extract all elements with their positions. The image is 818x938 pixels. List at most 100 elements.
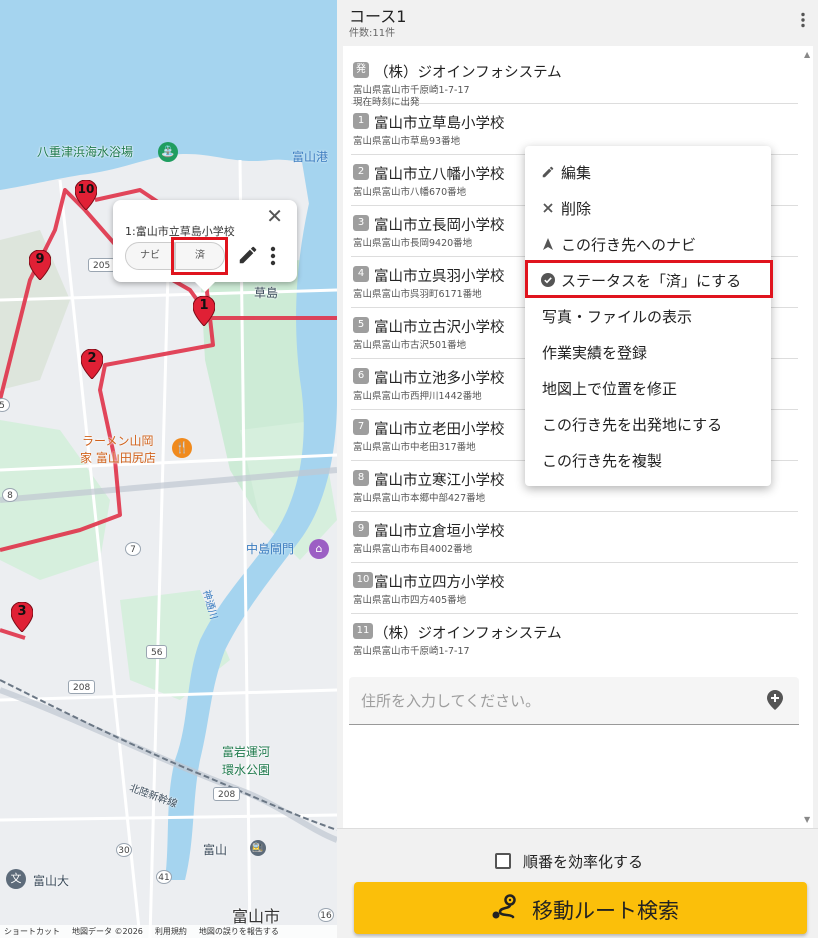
road-shield: 41 — [156, 870, 172, 884]
destination-address: 富山県富山市千原崎1-7-17 — [353, 646, 470, 657]
destination-badge: 6 — [353, 368, 369, 384]
highlight-box — [525, 260, 773, 298]
course-count: 件数:11件 — [349, 28, 396, 39]
destination-badge: 2 — [353, 164, 369, 180]
menu-item-label: この行き先を複製 — [542, 452, 663, 470]
road-shield: 205 — [88, 258, 116, 272]
menu-item-delete[interactable]: 削除 — [525, 190, 771, 226]
map-label-port: 富山港 — [292, 150, 329, 164]
map-label-kusajima: 草島 — [254, 286, 279, 300]
map-footer-report[interactable]: 地図の誤りを報告する — [199, 925, 279, 938]
highlight-box — [171, 237, 228, 275]
menu-item-edit[interactable]: 編集 — [525, 154, 771, 190]
road-shield: 7 — [125, 542, 141, 556]
map-marker-9[interactable]: 9 — [28, 249, 52, 281]
marker-number: 2 — [87, 351, 97, 366]
menu-item-duplicate[interactable]: この行き先を複製 — [525, 442, 771, 478]
restaurant-icon: 🍴 — [172, 438, 192, 458]
scroll-up-icon[interactable]: ▲ — [804, 50, 810, 59]
navigation-arrow-icon — [541, 237, 555, 251]
menu-item-set-start[interactable]: この行き先を出発地にする — [525, 406, 771, 442]
destination-address: 富山県富山市長岡9420番地 — [353, 238, 473, 249]
map-marker-3[interactable]: 3 — [10, 601, 34, 633]
menu-item-navi[interactable]: この行き先へのナビ — [525, 226, 771, 262]
menu-item-label: 写真・ファイルの表示 — [542, 308, 693, 326]
popup-navi-button[interactable]: ナビ — [125, 242, 175, 270]
destination-name: 富山市立老田小学校 — [374, 422, 505, 438]
map-footer-data: 地図データ ©2026 — [72, 927, 143, 936]
map-marker-1[interactable]: 1 — [192, 295, 216, 327]
destination-address: 富山県富山市呉羽町6171番地 — [353, 289, 482, 300]
destination-name: （株）ジオインフォシステム — [374, 626, 562, 642]
map-label-ramen-2: 家 富山田尻店 — [80, 451, 156, 465]
add-location-icon[interactable] — [767, 690, 783, 714]
panel-header: コース1 件数:11件 — [337, 0, 818, 46]
menu-item-register-work[interactable]: 作業実績を登録 — [525, 334, 771, 370]
destination-address: 富山県富山市古沢501番地 — [353, 340, 467, 351]
destination-item[interactable]: 9 富山市立倉垣小学校 富山県富山市布目4002番地 — [351, 512, 798, 563]
marker-number: 1 — [199, 298, 209, 313]
map-marker-10[interactable]: 10 — [74, 179, 98, 211]
map-label-toyama-station: 富山 — [203, 843, 228, 857]
map-label-beach: 八重津浜海水浴場 — [37, 145, 134, 159]
close-icon[interactable]: ✕ — [266, 206, 283, 226]
bottom-action-area: 順番を効率化する 移動ルート検索 — [337, 828, 818, 938]
destination-name: 富山市立池多小学校 — [374, 371, 505, 387]
destination-badge: 9 — [353, 521, 369, 537]
menu-item-label: 地図上で位置を修正 — [542, 380, 678, 398]
map-label-university: 富山大 — [33, 874, 70, 888]
menu-item-label: 削除 — [561, 200, 592, 218]
marker-number: 3 — [17, 604, 27, 619]
destination-badge: 7 — [353, 419, 369, 435]
map-footer-shortcut[interactable]: ショートカット — [4, 925, 60, 938]
menu-item-label: この行き先へのナビ — [561, 236, 697, 254]
landmark-icon: ⌂ — [309, 539, 329, 559]
route-icon — [491, 894, 519, 923]
destination-address: 富山県富山市八幡670番地 — [353, 187, 467, 198]
destination-badge: 3 — [353, 215, 369, 231]
map-label-iwase-2: 環水公園 — [222, 763, 271, 777]
map-info-popup: 1:富山市立草島小学校 ✕ ナビ 済 — [113, 200, 297, 292]
road-shield: 30 — [116, 843, 132, 857]
marker-number: 9 — [35, 252, 45, 267]
destination-name: 富山市立四方小学校 — [374, 575, 505, 591]
map-footer: ショートカット 地図データ ©2026 利用規約 地図の誤りを報告する — [0, 925, 337, 938]
map-marker-2[interactable]: 2 — [80, 348, 104, 380]
map-footer-terms[interactable]: 利用規約 — [155, 925, 187, 938]
destination-name: 富山市立寒江小学校 — [374, 473, 505, 489]
pencil-icon — [541, 165, 555, 179]
pencil-icon[interactable] — [237, 244, 259, 270]
menu-item-show-files[interactable]: 写真・ファイルの表示 — [525, 298, 771, 334]
list-scrollbar[interactable]: ▲ ▼ — [801, 46, 813, 828]
optimize-order-checkbox[interactable] — [495, 853, 511, 869]
menu-item-fix-position[interactable]: 地図上で位置を修正 — [525, 370, 771, 406]
menu-item-label: この行き先を出発地にする — [542, 416, 723, 434]
destination-name: （株）ジオインフォシステム — [374, 65, 562, 81]
destination-badge: 1 — [353, 113, 369, 129]
destination-item-start[interactable]: 発 （株）ジオインフォシステム 富山県富山市千原崎1-7-17 現在時刻に出発 — [351, 53, 798, 108]
more-vert-icon[interactable] — [269, 246, 277, 270]
destination-address: 富山県富山市本郷中部427番地 — [353, 493, 486, 504]
destination-address: 富山県富山市草島93番地 — [353, 136, 461, 147]
scroll-down-icon[interactable]: ▼ — [804, 815, 810, 824]
destination-badge: 発 — [353, 62, 369, 78]
more-vert-icon[interactable] — [800, 12, 806, 32]
destination-item[interactable]: 10 富山市立四方小学校 富山県富山市四方405番地 — [351, 563, 798, 614]
destination-badge: 10 — [353, 572, 373, 588]
road-shield: 208 — [68, 680, 96, 694]
destination-name: 富山市立古沢小学校 — [374, 320, 505, 336]
address-input[interactable] — [361, 689, 741, 713]
destination-badge: 5 — [353, 317, 369, 333]
road-shield: 208 — [213, 787, 241, 801]
road-shield: 8 — [2, 488, 18, 502]
destination-name: 富山市立八幡小学校 — [374, 167, 505, 183]
destination-item-end[interactable]: 11 （株）ジオインフォシステム 富山県富山市千原崎1-7-17 — [351, 614, 798, 665]
road-shield: 56 — [146, 645, 168, 659]
map-label-nakajima: 中島閘門 — [246, 542, 295, 556]
menu-item-label: 作業実績を登録 — [542, 344, 648, 362]
address-input-wrapper — [349, 677, 799, 725]
menu-item-label: 編集 — [561, 164, 592, 182]
destination-address: 富山県富山市西押川1442番地 — [353, 391, 482, 402]
route-search-button[interactable]: 移動ルート検索 — [354, 882, 807, 934]
map-view[interactable]: 205 5 8 7 56 208 208 30 41 16 八重津浜海水浴場 ⛲… — [0, 0, 337, 938]
